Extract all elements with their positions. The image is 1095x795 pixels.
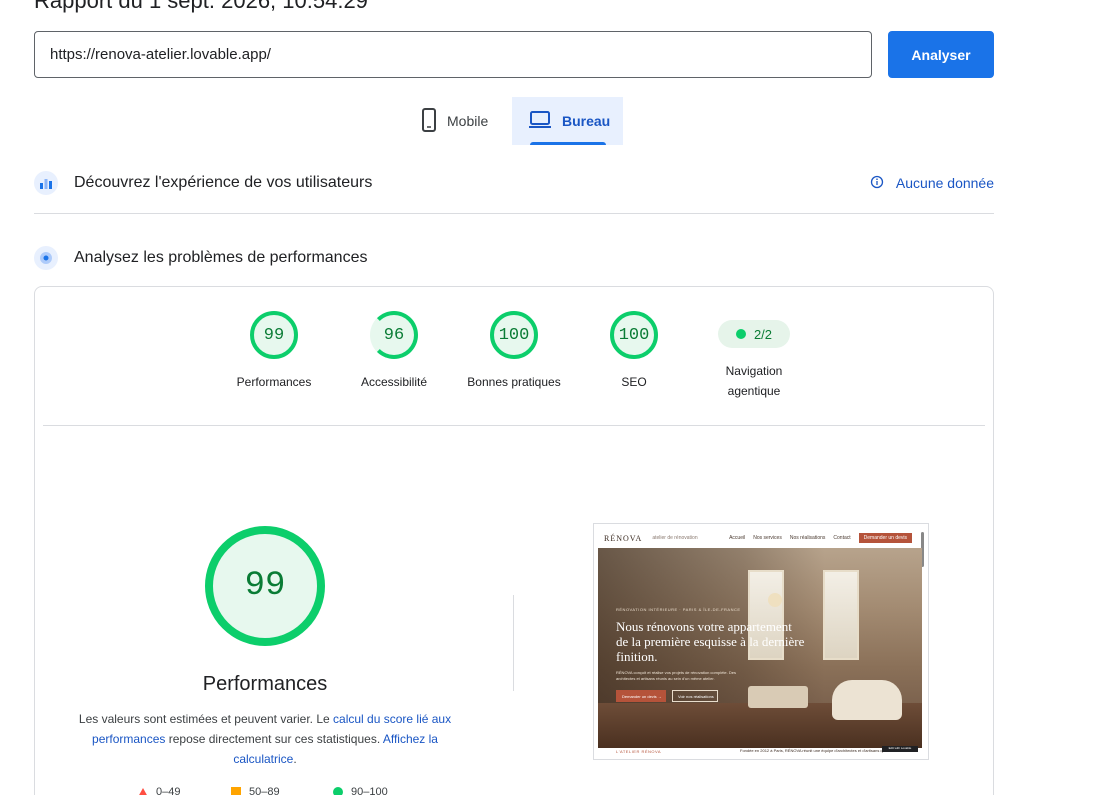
tab-selected-indicator: [530, 142, 606, 145]
thumb-primary-button: Demander un devis →: [616, 690, 666, 702]
field-data-section: Découvrez l'expérience de vos utilisateu…: [34, 171, 994, 195]
tab-desktop[interactable]: Bureau: [512, 97, 623, 145]
no-data-label: Aucune donnée: [895, 175, 994, 191]
gauge-agentic-navigation[interactable]: 2/2 Navigation agentique: [694, 310, 814, 401]
legend-fail: 0–49: [138, 786, 180, 795]
thumb-nav-item: Accueil: [729, 535, 746, 541]
gauge-label: Accessibilité: [360, 375, 428, 389]
gauge-accessibility[interactable]: 96 Accessibilité: [334, 311, 454, 392]
thumb-footer-right: Fondée en 2012 à Paris, RÉNOVA réunit un…: [740, 748, 886, 753]
thumb-window: [823, 570, 859, 660]
gauge-label: Navigation agentique: [694, 361, 814, 401]
thumb-nav-links: Accueil Nos services Nos réalisations Co…: [729, 533, 912, 543]
performance-big-gauge: 99: [205, 526, 325, 646]
lab-data-section: Analysez les problèmes de performances: [34, 246, 994, 270]
thumb-description: RÉNOVA conçoit et réalise vos projets de…: [616, 670, 736, 681]
vertical-separator: [513, 595, 514, 691]
thumb-nav-item: Nos services: [753, 535, 782, 541]
circle-icon: [333, 787, 343, 795]
gauge-label: Bonnes pratiques: [467, 375, 561, 389]
score-circle: 100: [490, 311, 538, 359]
thumb-brand: RÉNOVA: [604, 533, 643, 543]
thumb-lamp: [768, 593, 782, 607]
agentic-label-line2: agentique: [727, 384, 781, 398]
agentic-pill: 2/2: [718, 320, 790, 348]
tab-mobile[interactable]: Mobile: [405, 97, 504, 145]
legend-label: 90–100: [351, 786, 388, 795]
gauge-seo[interactable]: 100 SEO: [574, 311, 694, 392]
url-input[interactable]: [34, 31, 872, 78]
tab-mobile-label: Mobile: [447, 113, 489, 129]
legend-label: 0–49: [156, 786, 181, 795]
gauge-performance[interactable]: 99 Performances: [214, 311, 334, 392]
agentic-value: 2/2: [753, 326, 773, 342]
thumb-table: [748, 686, 808, 708]
gauge-label: Performances: [236, 375, 312, 389]
gauge-label: SEO: [621, 375, 647, 389]
thumb-nav-item: Nos réalisations: [789, 535, 826, 541]
score-circle: 99: [250, 311, 298, 359]
diagnose-icon: [34, 246, 58, 270]
laptop-icon: [528, 110, 552, 132]
legend-average: 50–89: [231, 786, 280, 795]
thumb-lovable-badge: Edit with Lovable: [882, 746, 918, 752]
pass-dot-icon: [735, 329, 746, 339]
performance-big-label: Performances: [202, 673, 328, 695]
score-circle: 96: [370, 311, 418, 359]
performance-disclaimer: Les valeurs sont estimées et peuvent var…: [65, 709, 465, 769]
section-divider: [34, 213, 994, 214]
thumb-secondary-button: Voir nos réalisations: [672, 690, 718, 702]
legend-pass: 90–100: [333, 786, 388, 795]
thumb-brand-sub: atelier de rénovation: [652, 535, 698, 541]
thumb-sofa: [832, 680, 902, 720]
info-icon: [870, 175, 884, 192]
lab-data-title: Analysez les problèmes de performances: [74, 249, 368, 266]
score-circle: 100: [610, 311, 658, 359]
thumb-footer-left: L'ATELIER RÉNOVA: [616, 749, 662, 754]
square-icon: [231, 787, 241, 795]
field-data-title: Découvrez l'expérience de vos utilisateu…: [74, 174, 373, 191]
card-divider: [43, 425, 985, 426]
disclaimer-text: repose directement sur ces statistiques.: [165, 732, 383, 746]
disclaimer-text: Les valeurs sont estimées et peuvent var…: [78, 712, 334, 726]
legend-label: 50–89: [249, 786, 280, 795]
final-screenshot: RÉNOVA atelier de rénovation Accueil Nos…: [593, 523, 929, 760]
thumb-hero-image: RÉNOVATION INTÉRIEURE · PARIS & ÎLE-DE-F…: [598, 548, 922, 748]
users-chart-icon: [34, 171, 58, 195]
thumb-cta: Demander un devis: [858, 533, 912, 543]
disclaimer-text: .: [293, 752, 297, 766]
gauge-best-practices[interactable]: 100 Bonnes pratiques: [454, 311, 574, 392]
report-title: Rapport du 1 sept. 2026, 10:54:29: [34, 0, 368, 13]
thumb-nav-item: Contact: [833, 535, 851, 541]
triangle-icon: [138, 787, 148, 795]
agentic-label-line1: Navigation: [725, 364, 783, 378]
smartphone-icon: [421, 107, 437, 135]
thumb-kicker: RÉNOVATION INTÉRIEURE · PARIS & ÎLE-DE-F…: [616, 607, 741, 612]
thumb-navbar: RÉNOVA atelier de rénovation Accueil Nos…: [598, 528, 918, 548]
no-data-link[interactable]: Aucune donnée: [870, 175, 994, 192]
thumb-heading: Nous rénovons votre appartement de la pr…: [616, 619, 805, 664]
analyze-button[interactable]: Analyser: [888, 31, 994, 78]
tab-desktop-label: Bureau: [562, 113, 611, 129]
